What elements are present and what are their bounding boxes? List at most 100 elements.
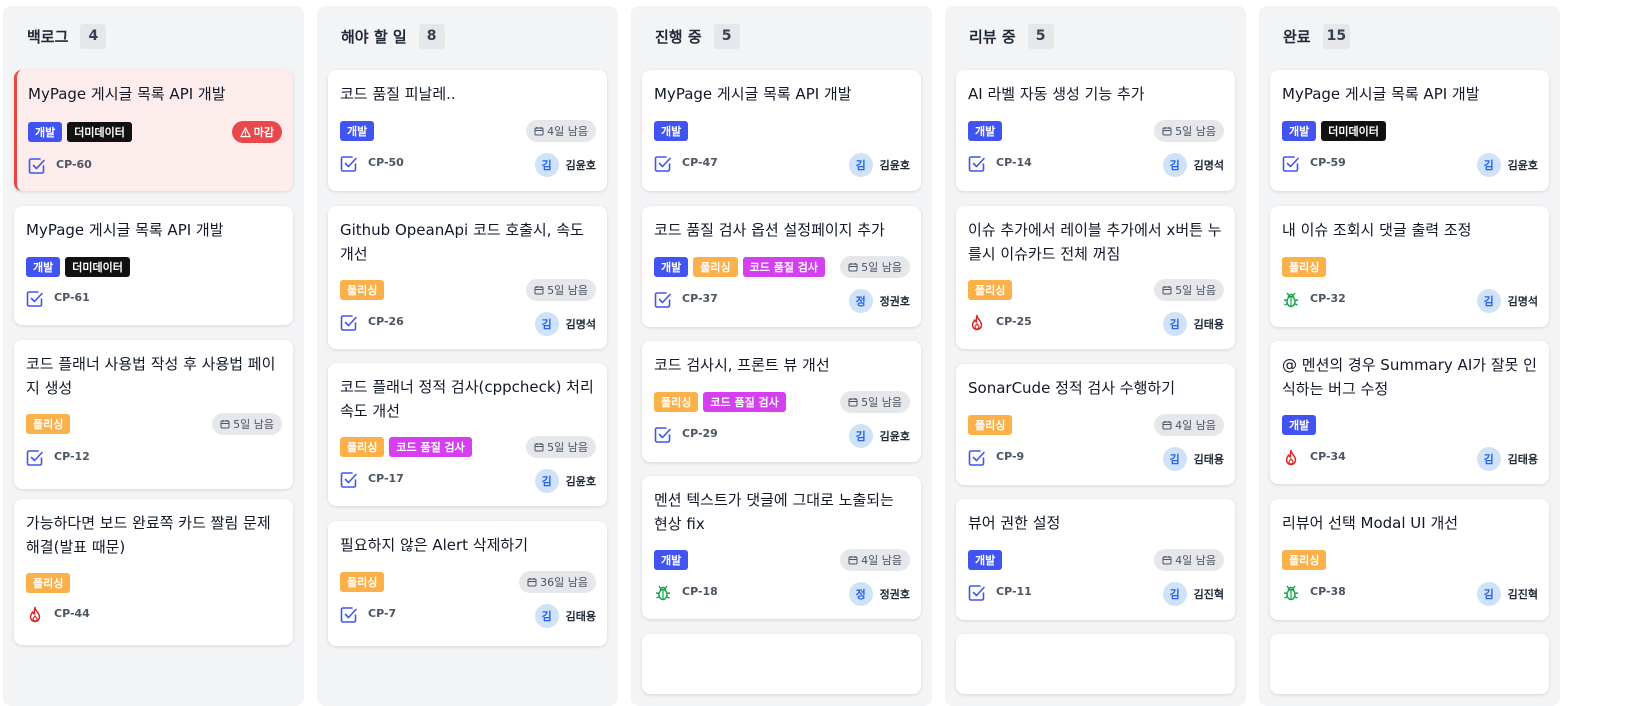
due-text: 4일 남음	[1175, 554, 1216, 567]
column-todo: 해야 할 일 8 코드 품질 피날레.. 개발 4일 남음 CP-50 김 김윤…	[317, 6, 618, 706]
assignee[interactable]: 김 김명석	[1476, 289, 1538, 313]
assignee-name: 김진혁	[1193, 588, 1224, 601]
column-header: 해야 할 일 8	[341, 23, 445, 49]
task-checkbox-icon	[340, 607, 357, 623]
issue-card-partial[interactable]	[956, 634, 1235, 694]
task-checkbox-icon	[26, 291, 43, 307]
issue-card[interactable]: 가능하다면 보드 완료쪽 카드 짤림 문제 해결(발표 때문) 폴리싱 CP-4…	[14, 499, 293, 645]
due-text: 5일 남음	[547, 441, 588, 454]
card-footer: CP-7 김 김태용	[340, 604, 596, 628]
warning-icon	[240, 126, 251, 137]
column-title: 백로그	[27, 27, 69, 46]
assignee[interactable]: 김 김명석	[1162, 153, 1224, 177]
issue-card[interactable]: MyPage 게시글 목록 API 개발 개발 더미데이터 CP-61	[14, 206, 293, 325]
due-text: 4일 남음	[1175, 419, 1216, 432]
issue-card[interactable]: 코드 품질 피날레.. 개발 4일 남음 CP-50 김 김윤호	[328, 70, 607, 191]
column-count-badge: 4	[80, 23, 107, 49]
label-badge: 폴리싱	[654, 392, 699, 412]
avatar: 김	[1162, 582, 1187, 606]
avatar: 정	[848, 289, 873, 313]
bug-icon	[1283, 292, 1299, 308]
label-badge: 코드 품질 검사	[742, 257, 826, 277]
card-title: 내 이슈 조회시 댓글 출력 조정	[1282, 221, 1472, 239]
calendar-icon	[1162, 127, 1172, 136]
card-title: 코드 검사시, 프론트 뷰 개선	[654, 356, 830, 374]
issue-card[interactable]: SonarCude 정적 검사 수행하기 폴리싱 4일 남음 CP-9 김 김태…	[956, 364, 1235, 485]
issue-card[interactable]: 이슈 추가에서 레이블 추가에서 x버튼 누를시 이슈카드 전체 꺼짐 폴리싱 …	[956, 206, 1235, 349]
assignee-name: 김명석	[565, 318, 596, 331]
issue-card-partial[interactable]	[642, 634, 921, 694]
assignee[interactable]: 김 김윤호	[534, 153, 596, 177]
avatar: 김	[1476, 447, 1501, 471]
card-footer: CP-47 김 김윤호	[654, 153, 910, 177]
label-list: 폴리싱	[1282, 257, 1327, 277]
card-title: 코드 품질 피날레..	[340, 85, 456, 103]
assignee[interactable]: 김 김윤호	[534, 469, 596, 493]
issue-card[interactable]: MyPage 게시글 목록 API 개발 개발 더미데이터 마감 CP-60	[14, 70, 293, 191]
issue-card[interactable]: AI 라벨 자동 생성 기능 추가 개발 5일 남음 CP-14 김 김명석	[956, 70, 1235, 191]
due-text: 4일 남음	[861, 554, 902, 567]
issue-card[interactable]: 내 이슈 조회시 댓글 출력 조정 폴리싱 CP-32 김 김명석	[1270, 206, 1549, 327]
card-title: MyPage 게시글 목록 API 개발	[1282, 85, 1480, 103]
calendar-icon	[848, 263, 858, 272]
assignee[interactable]: 김 김윤호	[848, 424, 910, 448]
issue-card[interactable]: 코드 플래너 정적 검사(cppcheck) 처리 속도 개선 폴리싱 코드 품…	[328, 363, 607, 506]
task-checkbox-icon	[968, 156, 985, 172]
issue-card[interactable]: MyPage 게시글 목록 API 개발 개발 CP-47 김 김윤호	[642, 70, 921, 191]
issue-card[interactable]: 뷰어 권한 설정 개발 4일 남음 CP-11 김 김진혁	[956, 499, 1235, 620]
assignee[interactable]: 김 김진혁	[1476, 582, 1538, 606]
label-badge: 폴리싱	[26, 573, 71, 593]
label-list: 개발 폴리싱 코드 품질 검사	[654, 257, 826, 277]
issue-card[interactable]: 코드 플래너 사용법 작성 후 사용법 페이지 생성 폴리싱 5일 남음 CP-…	[14, 340, 293, 489]
label-badge: 코드 품질 검사	[389, 437, 472, 457]
column-count-badge: 5	[1027, 23, 1054, 49]
due-text: 마감	[253, 126, 274, 139]
assignee[interactable]: 김 김윤호	[1476, 153, 1538, 177]
assignee[interactable]: 김 김태용	[534, 604, 596, 628]
card-footer: CP-61	[26, 288, 282, 312]
assignee[interactable]: 김 김태용	[1476, 447, 1538, 471]
card-title: 코드 플래너 정적 검사(cppcheck) 처리 속도 개선	[340, 378, 594, 420]
assignee[interactable]: 정 정권호	[848, 289, 910, 313]
assignee[interactable]: 김 김윤호	[848, 153, 910, 177]
issue-card[interactable]: 리뷰어 선택 Modal UI 개선 폴리싱 CP-38 김 김진혁	[1270, 499, 1549, 620]
issue-card-partial[interactable]	[1270, 634, 1549, 694]
issue-card[interactable]: @ 멘션의 경우 Summary AI가 잘못 인식하는 버그 수정 개발 CP…	[1270, 341, 1549, 484]
overdue-badge: 마감	[231, 121, 282, 143]
task-checkbox-icon	[340, 315, 357, 331]
issue-card[interactable]: 코드 품질 검사 옵션 설정페이지 추가 개발 폴리싱 코드 품질 검사 5일 …	[642, 206, 921, 327]
due-date-badge: 5일 남음	[1154, 120, 1224, 142]
bug-icon	[1283, 585, 1299, 601]
issue-key: CP-37	[682, 292, 718, 305]
issue-key: CP-17	[368, 472, 404, 485]
assignee[interactable]: 김 김명석	[534, 312, 596, 336]
calendar-icon	[848, 556, 858, 565]
issue-card[interactable]: 멘션 텍스트가 댓글에 그대로 노출되는 현상 fix 개발 4일 남음 CP-…	[642, 476, 921, 619]
avatar: 김	[1162, 153, 1187, 177]
task-checkbox-icon	[340, 472, 357, 488]
column-header: 완료 15	[1283, 23, 1351, 49]
issue-card[interactable]: MyPage 게시글 목록 API 개발 개발 더미데이터 CP-59 김 김윤…	[1270, 70, 1549, 191]
label-list: 개발 더미데이터	[1282, 121, 1386, 141]
assignee[interactable]: 김 김진혁	[1162, 582, 1224, 606]
fire-icon	[29, 606, 41, 623]
avatar: 김	[1476, 289, 1501, 313]
assignee[interactable]: 김 김태용	[1162, 312, 1224, 336]
assignee-name: 김윤호	[565, 159, 596, 172]
assignee[interactable]: 김 김태용	[1162, 447, 1224, 471]
issue-card[interactable]: 코드 검사시, 프론트 뷰 개선 폴리싱 코드 품질 검사 5일 남음 CP-2…	[642, 341, 921, 462]
due-date-badge: 5일 남음	[840, 391, 910, 413]
label-badge: 개발	[654, 121, 689, 141]
card-footer: CP-17 김 김윤호	[340, 469, 596, 493]
card-footer: CP-26 김 김명석	[340, 312, 596, 336]
issue-card[interactable]: 필요하지 않은 Alert 삭제하기 폴리싱 36일 남음 CP-7 김 김태용	[328, 521, 607, 646]
issue-key: CP-14	[996, 156, 1032, 169]
task-checkbox-icon	[340, 156, 357, 172]
issue-key: CP-34	[1310, 450, 1346, 463]
avatar: 김	[1476, 582, 1501, 606]
issue-key: CP-59	[1310, 156, 1346, 169]
card-footer: CP-44	[26, 604, 282, 628]
issue-card[interactable]: Github OpeanApi 코드 호출시, 속도 개선 폴리싱 5일 남음 …	[328, 206, 607, 349]
assignee[interactable]: 정 정권호	[848, 582, 910, 606]
card-footer: CP-11 김 김진혁	[968, 582, 1224, 606]
